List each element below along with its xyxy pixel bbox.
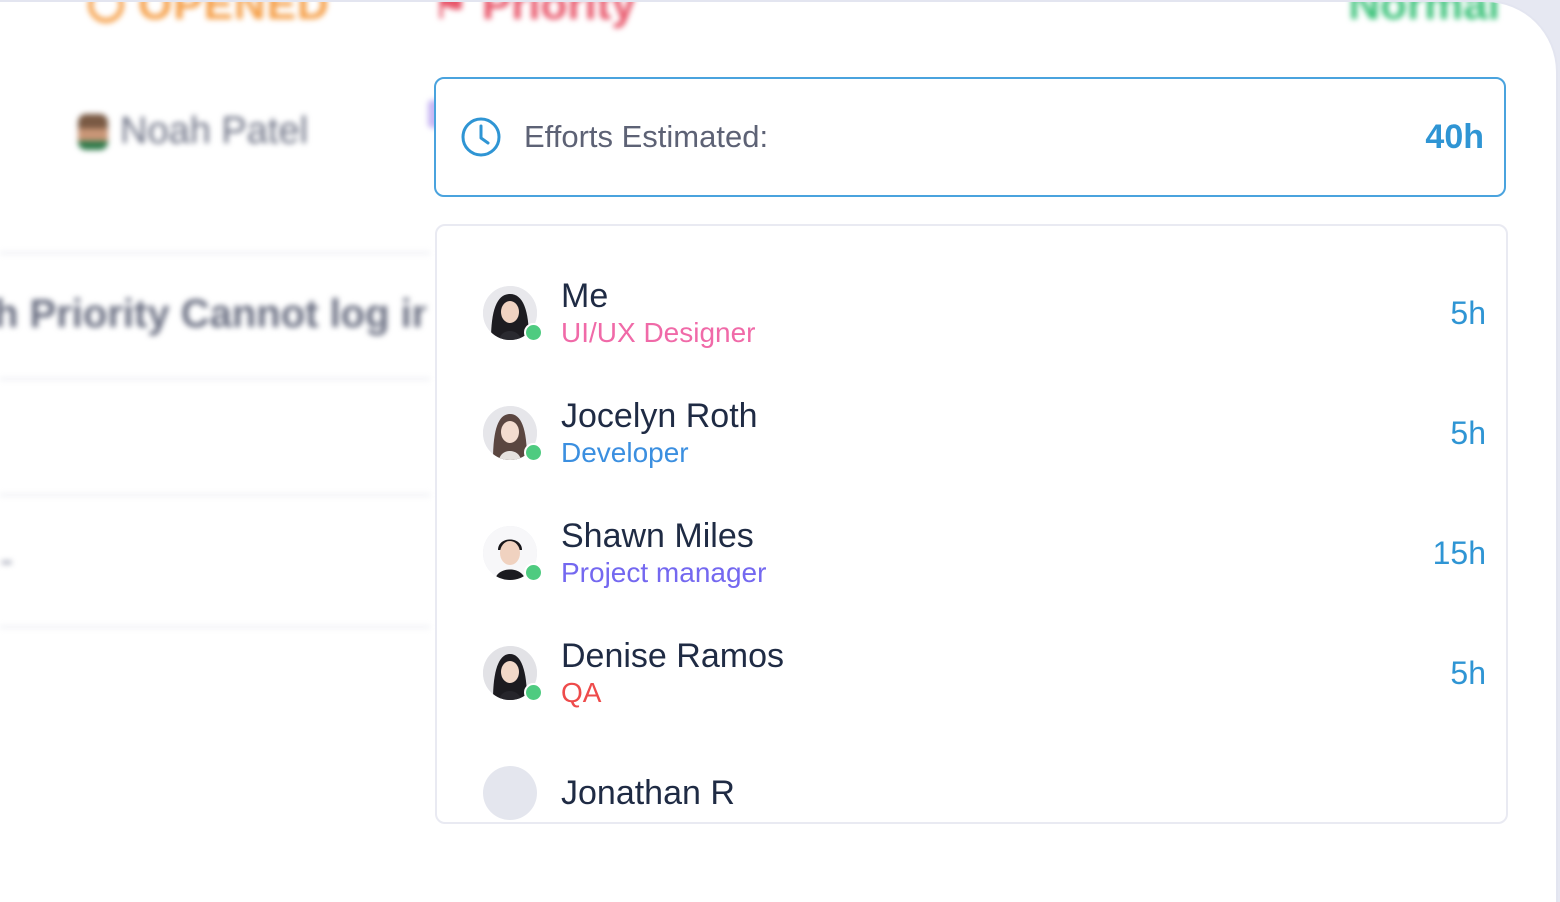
online-status-dot xyxy=(524,443,543,462)
member-role: UI/UX Designer xyxy=(561,317,756,348)
online-status-dot xyxy=(524,563,543,582)
member-role: Developer xyxy=(561,437,689,468)
avatar xyxy=(483,646,543,702)
member-info: Jocelyn Roth Developer xyxy=(561,396,1450,470)
member-name: Shawn Miles xyxy=(561,517,754,555)
avatar xyxy=(483,526,543,582)
member-efforts-dropdown: Me UI/UX Designer 5h Jocelyn Roth Develo… xyxy=(435,224,1508,824)
member-hours[interactable]: 5h xyxy=(1450,415,1486,452)
efforts-total: 40h xyxy=(1425,117,1484,156)
member-info: Denise Ramos QA xyxy=(561,636,1450,710)
member-hours[interactable]: 15h xyxy=(1433,535,1486,572)
empty-value: - xyxy=(0,538,14,582)
ticket-card: OPENED ⚑ Priority Normal Noah Patel h Pr… xyxy=(0,0,1558,902)
member-role: QA xyxy=(561,677,602,708)
list-item-member-jonathan[interactable]: Jonathan R xyxy=(483,748,1486,838)
priority-label: Priority xyxy=(481,0,636,29)
priority-badge: ⚑ Priority xyxy=(432,0,636,30)
efforts-label: Efforts Estimated: xyxy=(524,119,769,154)
severity-badge: Normal xyxy=(1348,0,1500,29)
member-name: Denise Ramos xyxy=(561,637,784,675)
list-item-member-me[interactable]: Me UI/UX Designer 5h xyxy=(483,268,1486,358)
status-label: OPENED xyxy=(138,0,330,29)
member-info: Shawn Miles Project manager xyxy=(561,516,1433,590)
member-hours[interactable]: 5h xyxy=(1450,655,1486,692)
divider xyxy=(0,252,430,254)
divider xyxy=(0,494,430,496)
online-status-dot xyxy=(524,323,543,342)
flag-icon: ⚑ xyxy=(432,0,468,27)
list-item-member-jocelyn-roth[interactable]: Jocelyn Roth Developer 5h xyxy=(483,388,1486,478)
member-hours[interactable]: 5h xyxy=(1450,295,1486,332)
avatar xyxy=(483,406,543,462)
list-item-member-denise-ramos[interactable]: Denise Ramos QA 5h xyxy=(483,628,1486,718)
ticket-title: h Priority Cannot log in xyxy=(0,292,426,336)
list-item-member-shawn-miles[interactable]: Shawn Miles Project manager 15h xyxy=(483,508,1486,598)
member-name: Me xyxy=(561,277,609,315)
member-role: Project manager xyxy=(561,557,767,588)
member-name: Jocelyn Roth xyxy=(561,397,758,435)
avatar xyxy=(483,286,543,342)
status-circle-icon xyxy=(88,2,124,23)
member-info: Jonathan R xyxy=(561,773,1486,813)
member-name: Jonathan R xyxy=(561,774,735,812)
divider xyxy=(0,378,430,380)
member-info: Me UI/UX Designer xyxy=(561,276,1450,350)
assignee: Noah Patel xyxy=(78,110,308,153)
status-badge: OPENED xyxy=(88,0,330,30)
divider xyxy=(0,626,430,628)
clock-icon xyxy=(461,117,501,157)
assignee-name: Noah Patel xyxy=(120,110,309,152)
online-status-dot xyxy=(524,683,543,702)
avatar xyxy=(78,113,108,150)
avatar xyxy=(483,766,537,820)
efforts-estimated-field[interactable]: Efforts Estimated: 40h xyxy=(434,77,1506,197)
